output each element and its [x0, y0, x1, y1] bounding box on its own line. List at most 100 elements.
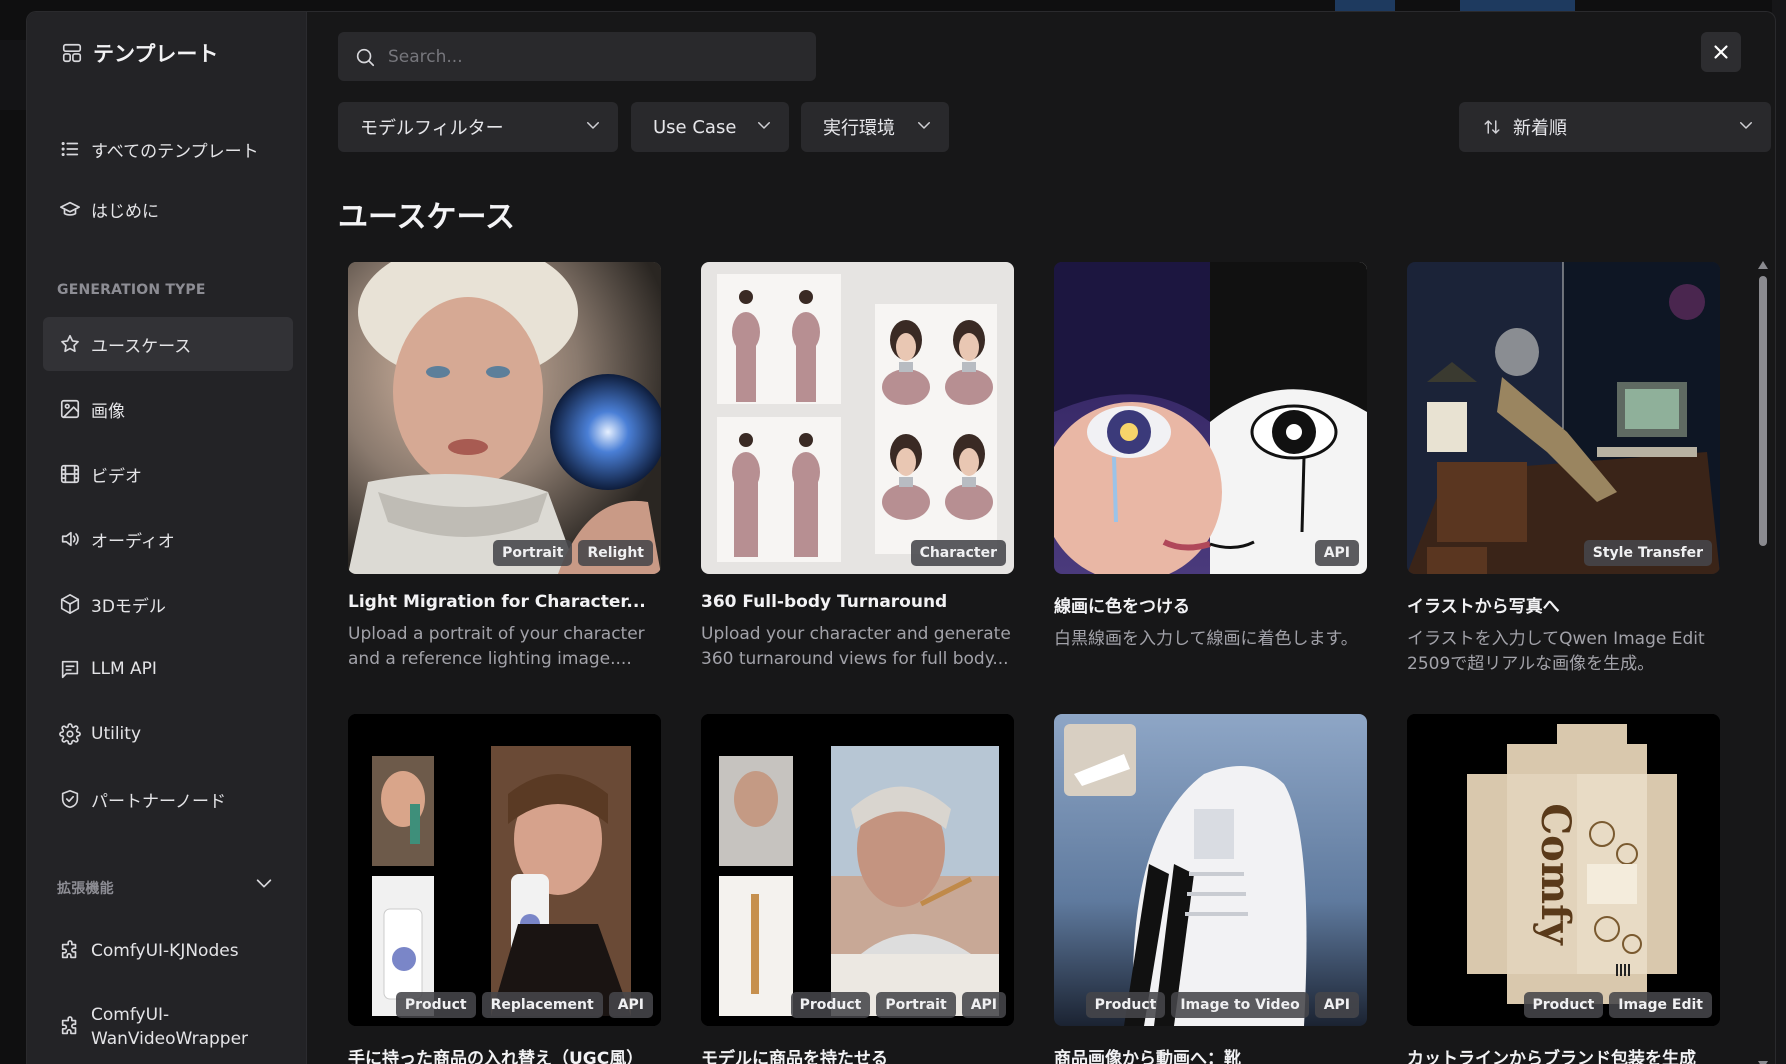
tag: Portrait — [876, 992, 956, 1018]
main-panel: モデルフィルター Use Case 実行環境 新着順 ユースケース — [307, 12, 1775, 1064]
sidebar-item-label: すべてのテンプレート — [91, 141, 259, 162]
template-card[interactable]: API 線画に色をつける 白黒線画を入力して線画に着色します。 — [1054, 262, 1367, 677]
extensions-heading: 拡張機能 — [57, 881, 114, 897]
sidebar-item-wanvideowrapper[interactable]: ComfyUI- WanVideoWrapper — [43, 992, 293, 1062]
sidebar-item-utility[interactable]: Utility — [43, 707, 293, 761]
sidebar-item-llm-api[interactable]: LLM API — [43, 642, 293, 696]
chat-icon — [59, 658, 81, 680]
template-card[interactable]: Style Transfer イラストから写真へ イラストを入力してQwen I… — [1407, 262, 1720, 677]
tag: API — [961, 992, 1006, 1018]
chevron-down-icon — [915, 116, 933, 139]
sidebar-item-video[interactable]: ビデオ — [43, 447, 293, 501]
card-title: Light Migration for Character... — [348, 592, 646, 612]
card-description: Upload your character and generate 360 t… — [701, 624, 1011, 669]
tag: Product — [1523, 992, 1604, 1018]
template-thumbnail[interactable]: Product Image to Video API — [1054, 714, 1367, 1026]
sidebar-item-label: 3Dモデル — [91, 596, 166, 617]
template-card[interactable]: Comfy Product Image Edit カットラインからブランド包装を… — [1407, 714, 1720, 1064]
template-card[interactable]: Product Portrait API モデルに商品を持たせる — [701, 714, 1014, 1064]
sort-dropdown[interactable]: 新着順 — [1459, 102, 1771, 152]
template-thumbnail[interactable]: Portrait Relight — [348, 262, 661, 574]
chevron-down-icon — [584, 116, 602, 139]
model-filter-dropdown[interactable]: モデルフィルター — [338, 102, 618, 152]
sidebar-item-image[interactable]: 画像 — [43, 382, 293, 436]
card-title: モデルに商品を持たせる — [701, 1049, 888, 1064]
close-button[interactable] — [1701, 32, 1741, 72]
image-icon — [59, 398, 81, 420]
sidebar-item-label: ComfyUI- WanVideoWrapper — [91, 1005, 249, 1049]
template-card[interactable]: Character 360 Full-body Turnaround Uploa… — [701, 262, 1014, 672]
card-title: イラストから写真へ — [1407, 597, 1560, 617]
card-title: 商品画像から動画へ：靴 — [1054, 1049, 1241, 1064]
sidebar-item-label: ビデオ — [91, 466, 142, 487]
runtime-dropdown[interactable]: 実行環境 — [801, 102, 949, 152]
illustration-to-photo-image — [1407, 262, 1720, 574]
search-input[interactable] — [388, 46, 788, 67]
template-thumbnail[interactable]: Character — [701, 262, 1014, 574]
tag-list: Portrait Relight — [493, 540, 653, 566]
template-thumbnail[interactable]: Style Transfer — [1407, 262, 1720, 574]
template-thumbnail[interactable]: API — [1054, 262, 1367, 574]
template-layout-icon — [61, 42, 83, 64]
tag-list: Product Image Edit — [1523, 992, 1712, 1018]
sidebar-item-label: LLM API — [91, 659, 157, 679]
tag-list: Product Portrait API — [790, 992, 1006, 1018]
lineart-colorize-image — [1054, 262, 1367, 574]
tag: Product — [790, 992, 871, 1018]
card-description: 白黒線画を入力して線画に着色します。 — [1054, 629, 1358, 649]
ugc-product-swap-image — [348, 714, 661, 1026]
sidebar-item-use-cases[interactable]: ユースケース — [43, 317, 293, 371]
sidebar-item-label: ComfyUI-KJNodes — [91, 941, 239, 961]
template-card[interactable]: Portrait Relight Light Migration for Cha… — [348, 262, 661, 672]
sidebar-item-partner-nodes[interactable]: パートナーノード — [43, 772, 293, 826]
list-icon — [59, 138, 81, 160]
search-box[interactable] — [338, 32, 816, 81]
sidebar-item-getting-started[interactable]: はじめに — [43, 182, 293, 236]
card-title: 手に持った商品の入れ替え（UGC風） — [348, 1049, 644, 1064]
sidebar-item-all-templates[interactable]: すべてのテンプレート — [43, 122, 293, 176]
sidebar-item-kjnodes[interactable]: ComfyUI-KJNodes — [43, 924, 293, 978]
scroll-up-arrow-icon[interactable] — [1757, 260, 1769, 270]
sidebar: テンプレート すべてのテンプレート はじめに GENERATION TYPE ユ… — [27, 12, 307, 1064]
gear-icon — [59, 723, 81, 745]
card-description: Upload a portrait of your character and … — [348, 624, 645, 669]
template-thumbnail[interactable]: Product Portrait API — [701, 714, 1014, 1026]
use-case-dropdown[interactable]: Use Case — [631, 102, 789, 152]
sidebar-item-label: 画像 — [91, 401, 125, 422]
model-filter-label: モデルフィルター — [360, 118, 504, 139]
sidebar-item-audio[interactable]: オーディオ — [43, 512, 293, 566]
relight-portrait-image — [348, 262, 661, 574]
tag: Replacement — [481, 992, 603, 1018]
template-card[interactable]: Product Image to Video API 商品画像から動画へ：靴 — [1054, 714, 1367, 1064]
chevron-down-icon[interactable] — [253, 872, 275, 894]
template-thumbnail[interactable]: Comfy Product Image Edit — [1407, 714, 1720, 1026]
sort-label: 新着順 — [1513, 118, 1567, 139]
shoe-product-video-image — [1054, 714, 1367, 1026]
film-icon — [59, 463, 81, 485]
sidebar-item-3d-model[interactable]: 3Dモデル — [43, 577, 293, 631]
card-title: 線画に色をつける — [1054, 597, 1190, 617]
tag: API — [1314, 540, 1359, 566]
tag: Character — [910, 540, 1006, 566]
template-card[interactable]: Product Replacement API 手に持った商品の入れ替え（UGC… — [348, 714, 661, 1064]
sidebar-item-label: パートナーノード — [91, 791, 226, 812]
scrollbar-thumb[interactable] — [1759, 276, 1767, 546]
card-title: 360 Full-body Turnaround — [701, 592, 948, 612]
tag-list: Style Transfer — [1583, 540, 1712, 566]
sort-arrows-icon — [1481, 116, 1503, 138]
templates-dialog: テンプレート すべてのテンプレート はじめに GENERATION TYPE ユ… — [26, 11, 1776, 1064]
tag: Product — [1085, 992, 1166, 1018]
background-panel — [0, 40, 26, 110]
template-thumbnail[interactable]: Product Replacement API — [348, 714, 661, 1026]
tag: Relight — [578, 540, 653, 566]
tag: Style Transfer — [1583, 540, 1712, 566]
scrollbar[interactable] — [1757, 260, 1769, 1064]
tag: API — [1314, 992, 1359, 1018]
card-description: イラストを入力してQwen Image Edit 2509で超リアルな画像を生成… — [1407, 629, 1705, 674]
dialog-title-label: テンプレート — [93, 42, 219, 66]
scroll-down-arrow-icon[interactable] — [1757, 1060, 1769, 1064]
star-icon — [59, 333, 81, 355]
use-case-label: Use Case — [653, 116, 737, 138]
puzzle-icon — [59, 940, 81, 962]
tag-list: Character — [910, 540, 1006, 566]
